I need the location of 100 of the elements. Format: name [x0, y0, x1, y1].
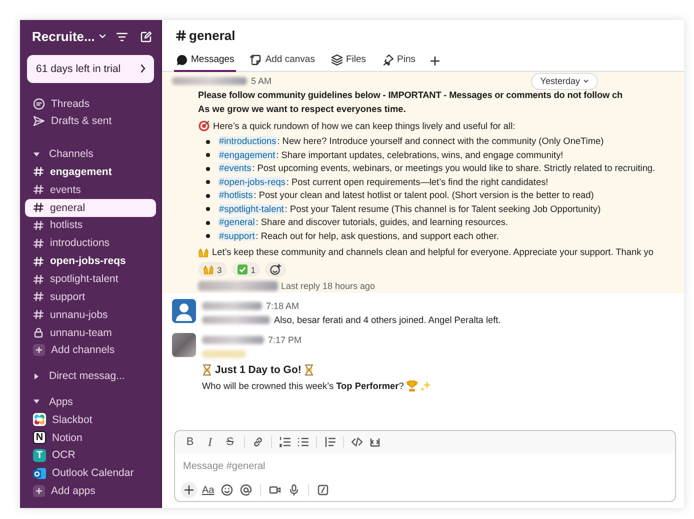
mention-icon[interactable]: [240, 484, 252, 496]
avatar-photo-placeholder: [172, 333, 196, 357]
check-mark-icon: [236, 264, 248, 275]
quote-icon[interactable]: [324, 436, 336, 448]
calendar-logo-icon: [33, 466, 46, 480]
sidebar-item[interactable]: spotlight-talent: [25, 270, 156, 288]
sidebar-nav-item[interactable]: Threads: [25, 94, 156, 112]
lock-icon: [33, 327, 44, 338]
app-logo-icon: T: [33, 448, 46, 462]
sidebar-item[interactable]: introductions: [25, 234, 156, 252]
reaction-button[interactable]: 3: [198, 262, 227, 277]
workspace-name[interactable]: Recruite...: [32, 29, 95, 44]
bulleted-list-icon[interactable]: [297, 436, 309, 448]
sidebar-item[interactable]: T OCR: [25, 446, 156, 464]
hash-icon: [33, 202, 44, 214]
code-block-icon[interactable]: [369, 436, 381, 448]
bullet-icon: [206, 140, 210, 144]
smiley-icon[interactable]: [221, 484, 234, 496]
message-time: 7:18 AM: [266, 301, 300, 311]
sidebar-item[interactable]: N Notion: [25, 428, 156, 447]
plus-icon[interactable]: [430, 56, 440, 66]
sidebar-item[interactable]: unnanu-team: [25, 324, 156, 342]
add-item-button[interactable]: Add apps: [25, 482, 156, 500]
sidebar-item[interactable]: unnanu-jobs: [25, 306, 156, 324]
channel-link[interactable]: #events: [218, 163, 252, 173]
message-title: Just 1 Day to Go!: [215, 363, 302, 378]
channel-link[interactable]: #hotlists: [218, 190, 254, 200]
blurred-text: [202, 316, 270, 324]
plus-icon[interactable]: [184, 485, 194, 495]
reaction-button[interactable]: 1: [232, 262, 260, 277]
link-icon[interactable]: [252, 436, 264, 448]
paper-plane-icon: [33, 115, 45, 128]
channel-link[interactable]: #support: [218, 230, 256, 240]
bullet-icon: [206, 194, 210, 198]
channel-link[interactable]: #general: [218, 217, 256, 227]
microphone-icon[interactable]: [288, 484, 300, 496]
sidebar-item[interactable]: Outlook Calendar: [25, 464, 156, 482]
thread-reply-link[interactable]: Last reply 18 hours ago: [281, 281, 376, 291]
video-camera-icon[interactable]: [269, 484, 282, 496]
hash-icon: [33, 166, 44, 178]
pin-icon: [382, 54, 394, 66]
format-button[interactable]: S: [221, 433, 239, 451]
canvas-icon: [250, 54, 262, 66]
channel-link[interactable]: #engagement: [218, 150, 276, 160]
channel-tab[interactable]: Pins: [380, 50, 418, 72]
hash-icon: [33, 256, 44, 267]
hash-icon: [33, 274, 44, 284]
sidebar-item[interactable]: Slackbot: [25, 410, 156, 429]
section-header[interactable]: Apps: [25, 393, 156, 411]
trial-banner-button[interactable]: 61 days left in trial: [27, 54, 154, 83]
section-header[interactable]: Direct messag...: [25, 367, 156, 386]
sidebar-nav-item[interactable]: Drafts & sent: [25, 112, 156, 130]
message-composer[interactable]: B I S Message #general Aa: [174, 430, 676, 502]
text-format-button[interactable]: Aa: [200, 484, 216, 496]
message-text: #events: Post upcoming events, webinars, or meetings you would like to share. Strictly related to recruiting.: [218, 162, 656, 175]
numbered-list-icon[interactable]: [279, 436, 291, 448]
hash-icon: [33, 309, 44, 320]
compose-icon[interactable]: [140, 30, 152, 43]
sidebar-item[interactable]: general: [25, 198, 156, 217]
code-icon[interactable]: [351, 436, 363, 448]
hash-icon: [33, 220, 44, 231]
message-text: Who will be crowned this week’s Top Performer?: [202, 380, 404, 393]
message-text: #general: Share and discover tutorials, guides, and learning resources.: [218, 216, 508, 229]
hourglass-icon: [304, 364, 314, 376]
speech-bubble-icon: [176, 54, 188, 66]
hash-icon: [176, 30, 186, 40]
caret-down-icon: [583, 79, 589, 83]
filter-icon[interactable]: [116, 32, 128, 42]
sidebar-item[interactable]: support: [25, 288, 156, 306]
section-header[interactable]: Channels: [25, 145, 156, 164]
slash-command-icon[interactable]: [317, 484, 330, 496]
add-item-button[interactable]: Add channels: [25, 341, 156, 360]
hash-icon: [33, 291, 44, 302]
blurred-mention: [202, 350, 246, 358]
sidebar-item[interactable]: hotlists: [25, 216, 156, 234]
message-text: Also, besar ferati and 4 others joined. Angel Peralta left.: [274, 314, 501, 327]
channel-link[interactable]: #spotlight-talent: [218, 204, 285, 214]
trophy-icon: [406, 380, 418, 392]
caret-down-icon[interactable]: [98, 34, 106, 40]
sidebar-item[interactable]: open-jobs-reqs: [25, 252, 156, 270]
sidebar-item[interactable]: events: [25, 180, 156, 199]
channel-title[interactable]: general: [162, 20, 684, 50]
channel-tab[interactable]: Add canvas: [248, 50, 317, 72]
format-button[interactable]: B: [181, 433, 199, 451]
channel-link[interactable]: #open-jobs-reqs: [218, 176, 286, 186]
sidebar-item[interactable]: engagement: [25, 163, 156, 181]
format-button[interactable]: I: [201, 433, 219, 451]
blurred-name: [202, 336, 264, 344]
layers-icon: [330, 54, 343, 66]
add-reaction-button[interactable]: [265, 262, 286, 277]
plus-icon: [33, 344, 45, 356]
message-text: #introductions: New here? Introduce yourself and connect with the community (Only OneTime): [218, 135, 604, 148]
message-text: Here’s a quick rundown of how we can keep things lively and useful for all:: [213, 120, 516, 133]
channel-tab[interactable]: Files: [328, 50, 368, 72]
message-text: As we grow we want to respect everyones time.: [198, 103, 407, 116]
message-time: 7:17 PM: [268, 335, 302, 345]
channel-link[interactable]: #introductions: [218, 136, 278, 146]
date-pill-button[interactable]: Yesterday: [531, 72, 598, 90]
sparkles-icon: [420, 380, 432, 392]
message-text: #support: Reach out for help, ask questions, and support each other.: [218, 230, 499, 243]
